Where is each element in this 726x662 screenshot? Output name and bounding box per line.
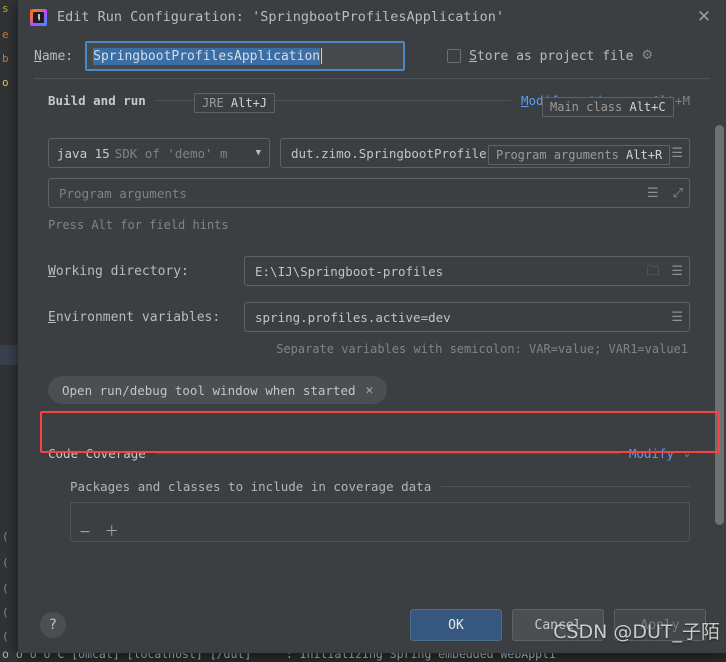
name-row: Name: SpringbootProfilesApplication Stor… [18, 34, 726, 78]
chip-label: Open run/debug tool window when started [62, 382, 356, 398]
bg-token: o [2, 76, 9, 89]
dialog-titlebar: IJ Edit Run Configuration: 'SpringbootPr… [18, 0, 726, 34]
store-as-project-file-label: Store as project file [469, 49, 633, 64]
name-label-mnemonic: N [34, 48, 42, 64]
environment-variables-label: Environment variables: [48, 310, 244, 325]
expand-editor-icon[interactable]: ☰ [671, 311, 683, 324]
code-coverage-modify-link[interactable]: Modify [629, 446, 674, 461]
options-chips-row: Open run/debug tool window when started … [18, 376, 712, 404]
expand-editor-icon[interactable]: ☰ [671, 265, 683, 278]
environment-variables-value: spring.profiles.active=dev [255, 309, 451, 325]
help-button[interactable]: ? [40, 612, 66, 638]
name-label-rest: ame: [41, 48, 74, 64]
build-and-run-title: Build and run [48, 93, 146, 108]
bg-token: e [2, 28, 9, 41]
program-arguments-placeholder: Program arguments [59, 185, 187, 201]
program-arguments-row: Program arguments ☰ ⤢ [18, 178, 712, 208]
bg-token: ( [2, 556, 9, 569]
environment-variables-hint: Separate variables with semicolon: VAR=v… [276, 342, 688, 356]
chevron-down-icon[interactable]: ▼ [256, 148, 261, 158]
env-label-mnemonic: E [48, 309, 56, 325]
main-class-hint-key: Alt+C [629, 100, 666, 114]
dialog-title: Edit Run Configuration: 'SpringbootProfi… [57, 9, 505, 25]
maximize-icon[interactable]: ⤢ [673, 187, 683, 200]
watermark: CSDN @DUT_子陌 [553, 621, 720, 643]
gear-icon[interactable]: ⚙ [642, 49, 656, 63]
scrollbar-thumb[interactable] [715, 125, 724, 525]
bg-token: s [2, 2, 9, 15]
expand-editor-icon[interactable]: ☰ [671, 147, 683, 160]
store-as-project-file-checkbox[interactable] [447, 49, 462, 63]
jre-hint-text: JRE [202, 96, 231, 110]
editor-highlight-row [0, 345, 18, 365]
environment-variables-input[interactable]: spring.profiles.active=dev ☰ [244, 302, 690, 332]
chip-open-run-debug-tool-window[interactable]: Open run/debug tool window when started … [48, 376, 388, 404]
bg-token: ( [2, 606, 9, 619]
bg-token: ( [2, 630, 9, 643]
working-directory-value: E:\IJ\Springboot-profiles [255, 263, 444, 279]
coverage-packages-table[interactable]: − ＋ [70, 502, 690, 542]
store-label-rest: tore as project file [476, 48, 634, 64]
jre-value: java 15 [57, 145, 110, 161]
working-directory-label: Working directory: [48, 264, 244, 279]
bg-token: b [2, 52, 9, 65]
folder-icon[interactable]: 🗀 [646, 265, 659, 278]
bg-token: ( [2, 530, 9, 543]
jre-sdk-description: SDK of 'demo' m [114, 145, 228, 161]
vertical-scrollbar[interactable] [715, 99, 724, 561]
env-label-rest: nvironment variables: [55, 309, 221, 325]
wd-label-mnemonic: W [48, 263, 56, 279]
environment-variables-row: Environment variables: spring.profiles.a… [18, 302, 712, 332]
close-icon[interactable]: ✕ [682, 0, 726, 34]
intellij-logo-icon: IJ [30, 8, 47, 26]
program-arguments-field-hint: Program arguments Alt+R [488, 145, 671, 165]
working-directory-row: Working directory: E:\IJ\Springboot-prof… [18, 256, 712, 286]
code-coverage-title: Code Coverage [48, 446, 146, 461]
program-args-hint-text: Program arguments [496, 148, 627, 162]
jre-hint-key: Alt+J [230, 96, 268, 110]
edit-run-configuration-dialog: IJ Edit Run Configuration: 'SpringbootPr… [18, 0, 726, 653]
dialog-body: Build and run Modify options ⌄ Alt+M JRE… [18, 79, 726, 597]
coverage-packages-header: Packages and classes to include in cover… [18, 479, 712, 494]
intellij-logo-text: IJ [37, 13, 40, 21]
field-hints-note: Press Alt for field hints [48, 218, 229, 232]
jre-combo[interactable]: java 15 SDK of 'demo' m ▼ [48, 138, 270, 168]
remove-package-button[interactable]: − [79, 525, 91, 539]
wd-label-rest: orking directory: [55, 263, 189, 279]
jre-field-hint: JRE Alt+J [194, 93, 276, 113]
header-rule [441, 486, 690, 487]
text-caret [321, 48, 323, 64]
expand-editor-icon[interactable]: ☰ [647, 187, 659, 200]
store-label-mnemonic: S [469, 48, 477, 64]
add-package-button[interactable]: ＋ [105, 525, 119, 539]
program-arguments-input[interactable]: Program arguments ☰ ⤢ [48, 178, 690, 208]
chevron-down-icon[interactable]: ⌄ [684, 448, 690, 459]
close-icon[interactable]: ✕ [366, 383, 374, 398]
header-rule [155, 453, 619, 454]
main-class-field-hint: Main class Alt+C [542, 97, 674, 117]
name-input-value: SpringbootProfilesApplication [93, 47, 321, 65]
program-args-hint-key: Alt+R [626, 148, 663, 162]
name-input[interactable]: SpringbootProfilesApplication [85, 41, 406, 71]
bg-token: ( [2, 582, 9, 595]
main-class-hint-text: Main class [550, 100, 630, 114]
ok-button[interactable]: OK [410, 609, 502, 641]
working-directory-input[interactable]: E:\IJ\Springboot-profiles 🗀 ☰ [244, 256, 690, 286]
code-coverage-header: Code Coverage Modify ⌄ [18, 446, 712, 461]
coverage-packages-title: Packages and classes to include in cover… [70, 479, 432, 494]
name-label: Name: [34, 49, 73, 64]
store-as-project-file-row[interactable]: Store as project file ⚙ [447, 49, 655, 64]
